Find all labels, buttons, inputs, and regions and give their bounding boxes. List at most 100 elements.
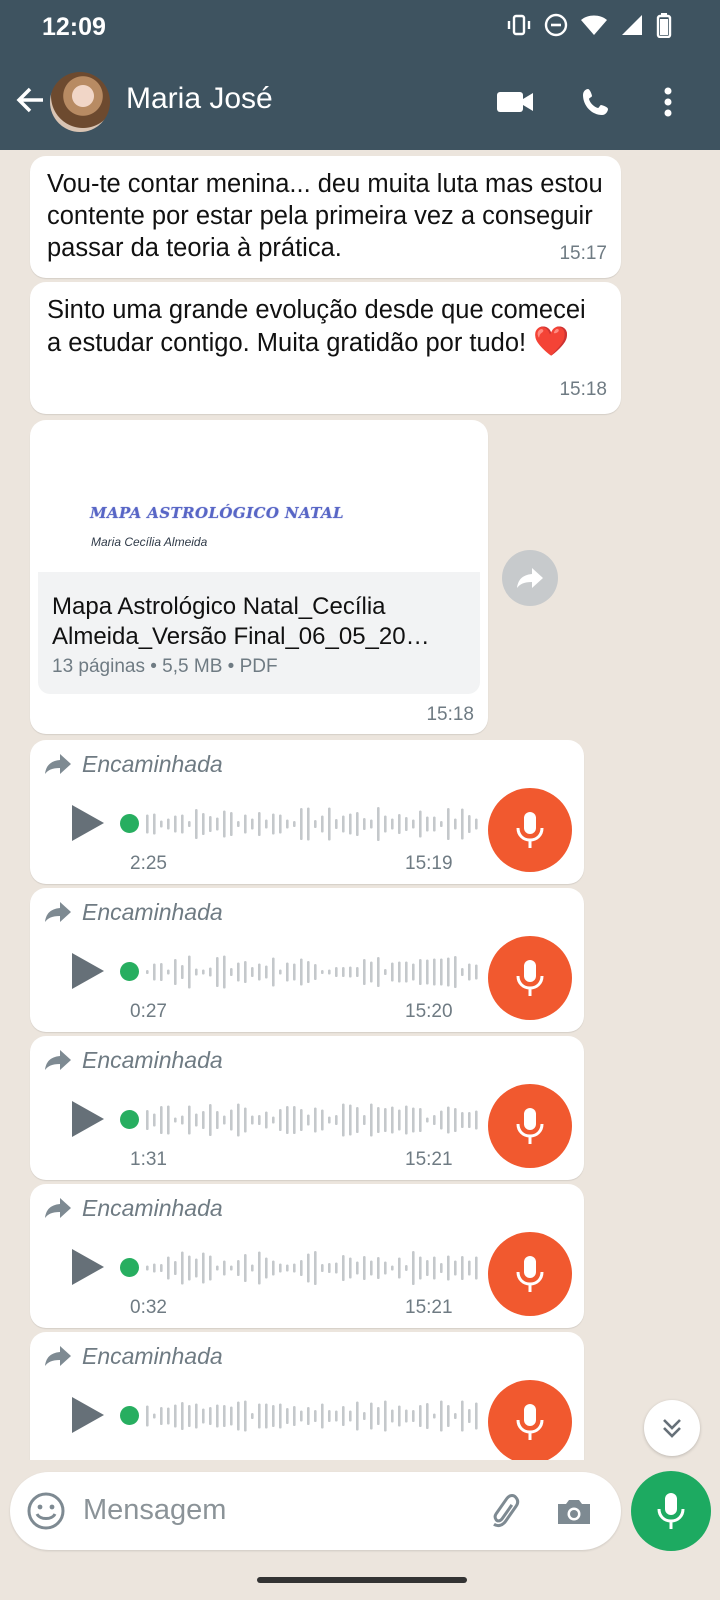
- navigation-bar: [0, 1557, 720, 1600]
- waveform-bar: [356, 1107, 359, 1133]
- waveform-bar: [223, 1260, 226, 1276]
- waveform-bar: [279, 814, 282, 834]
- play-icon[interactable]: [66, 1394, 108, 1436]
- waveform-bar: [454, 1413, 457, 1419]
- message-bubble[interactable]: Vou-te contar menina... deu muita luta m…: [30, 156, 621, 278]
- message-bubble[interactable]: Sinto uma grande evolução desde que come…: [30, 282, 621, 414]
- waveform-bar: [195, 1258, 198, 1278]
- waveform-bar: [237, 1260, 240, 1276]
- play-icon[interactable]: [66, 950, 108, 992]
- mic-icon: [516, 1404, 544, 1440]
- voice-message[interactable]: Encaminhada 2:25 15:19: [30, 740, 584, 884]
- waveform-bar: [384, 1261, 387, 1275]
- waveform-bar: [188, 1105, 191, 1135]
- waveform-bar: [412, 1251, 415, 1285]
- waveform-bar: [321, 1109, 324, 1131]
- waveform-bar: [251, 1413, 254, 1419]
- voice-duration: 1:31: [130, 1149, 167, 1170]
- waveform-bar: [468, 1409, 471, 1423]
- forward-button[interactable]: [502, 550, 558, 606]
- waveform-bar: [251, 818, 254, 830]
- home-handle[interactable]: [257, 1577, 467, 1583]
- record-voice-button[interactable]: [631, 1471, 711, 1551]
- forwarded-label: Encaminhada: [82, 750, 223, 777]
- waveform-bar: [468, 1112, 471, 1128]
- menu-button[interactable]: [646, 80, 690, 124]
- chat-area[interactable]: Vou-te contar menina... deu muita luta m…: [0, 150, 720, 1460]
- waveform-bar: [419, 810, 422, 838]
- waveform-bar: [398, 814, 401, 834]
- document-preview[interactable]: MAPA ASTROLÓGICO NATAL Maria Cecília Alm…: [38, 428, 480, 576]
- waveform-bar: [370, 1260, 373, 1276]
- waveform-bar: [230, 812, 233, 836]
- signal-icon: [622, 15, 642, 35]
- message-input[interactable]: Mensagem: [83, 1494, 226, 1527]
- waveform[interactable]: [143, 1248, 483, 1288]
- playback-dot[interactable]: [120, 1110, 139, 1129]
- waveform-bar: [328, 1410, 331, 1422]
- waveform-bar: [188, 1255, 191, 1281]
- voice-duration: 0:27: [130, 1001, 167, 1022]
- playback-dot[interactable]: [120, 962, 139, 981]
- play-icon[interactable]: [66, 802, 108, 844]
- waveform-bar: [307, 1407, 310, 1425]
- waveform-bar: [286, 1264, 289, 1272]
- video-call-button[interactable]: [493, 80, 537, 124]
- attach-icon[interactable]: [486, 1492, 526, 1532]
- voice-message[interactable]: Encaminhada 1:31 15:21: [30, 1036, 584, 1180]
- camera-icon[interactable]: [554, 1492, 594, 1532]
- contact-name[interactable]: Maria José: [126, 82, 273, 116]
- playback-dot[interactable]: [120, 814, 139, 833]
- waveform-bar: [440, 821, 443, 827]
- contact-avatar[interactable]: [50, 72, 110, 132]
- playback-dot[interactable]: [120, 1258, 139, 1277]
- waveform-bar: [391, 818, 394, 830]
- waveform-bar: [146, 1110, 149, 1130]
- waveform-bar: [405, 961, 408, 983]
- play-icon[interactable]: [66, 1098, 108, 1140]
- waveform-bar: [454, 1260, 457, 1276]
- back-arrow-icon[interactable]: [12, 82, 48, 118]
- voice-note-avatar: [488, 1232, 572, 1316]
- waveform-bar: [160, 1407, 163, 1425]
- document-message[interactable]: MAPA ASTROLÓGICO NATAL Maria Cecília Alm…: [30, 420, 488, 734]
- waveform-bar: [244, 1254, 247, 1282]
- waveform-bar: [328, 969, 331, 975]
- waveform-bar: [279, 1109, 282, 1131]
- waveform-bar: [391, 1265, 394, 1271]
- waveform[interactable]: [143, 1396, 483, 1436]
- waveform-bar: [174, 959, 177, 985]
- message-input-bar: Mensagem: [10, 1472, 621, 1550]
- document-info[interactable]: Mapa Astrológico Natal_Cecília Almeida_V…: [38, 572, 480, 694]
- waveform-bar: [153, 1113, 156, 1127]
- waveform-bar: [468, 815, 471, 833]
- waveform-bar: [258, 812, 261, 836]
- waveform[interactable]: [143, 1100, 483, 1140]
- playback-dot[interactable]: [120, 1406, 139, 1425]
- emoji-icon[interactable]: [26, 1491, 66, 1531]
- waveform-bar: [412, 1410, 415, 1422]
- play-icon[interactable]: [66, 1246, 108, 1288]
- waveform-bar: [181, 1402, 184, 1430]
- voice-message[interactable]: Encaminhada 0:27 15:20: [30, 888, 584, 1032]
- voice-message[interactable]: Encaminhada: [30, 1332, 584, 1460]
- waveform-bar: [321, 970, 324, 974]
- preview-title: MAPA ASTROLÓGICO NATAL: [90, 504, 344, 522]
- scroll-to-bottom-button[interactable]: [644, 1400, 700, 1456]
- waveform-bar: [363, 1115, 366, 1125]
- waveform-bar: [146, 970, 149, 974]
- waveform-bar: [265, 965, 268, 979]
- message-time: 15:17: [559, 243, 607, 264]
- waveform-bar: [475, 818, 478, 830]
- waveform-bar: [223, 955, 226, 989]
- waveform-bar: [398, 1257, 401, 1279]
- phone-icon: [583, 89, 608, 115]
- waveform[interactable]: [143, 952, 483, 992]
- waveform-bar: [300, 1260, 303, 1276]
- waveform-bar: [251, 967, 254, 977]
- waveform[interactable]: [143, 804, 483, 844]
- waveform-bar: [454, 956, 457, 988]
- voice-message[interactable]: Encaminhada 0:32 15:21: [30, 1184, 584, 1328]
- voice-call-button[interactable]: [574, 80, 618, 124]
- waveform-bar: [209, 1104, 212, 1136]
